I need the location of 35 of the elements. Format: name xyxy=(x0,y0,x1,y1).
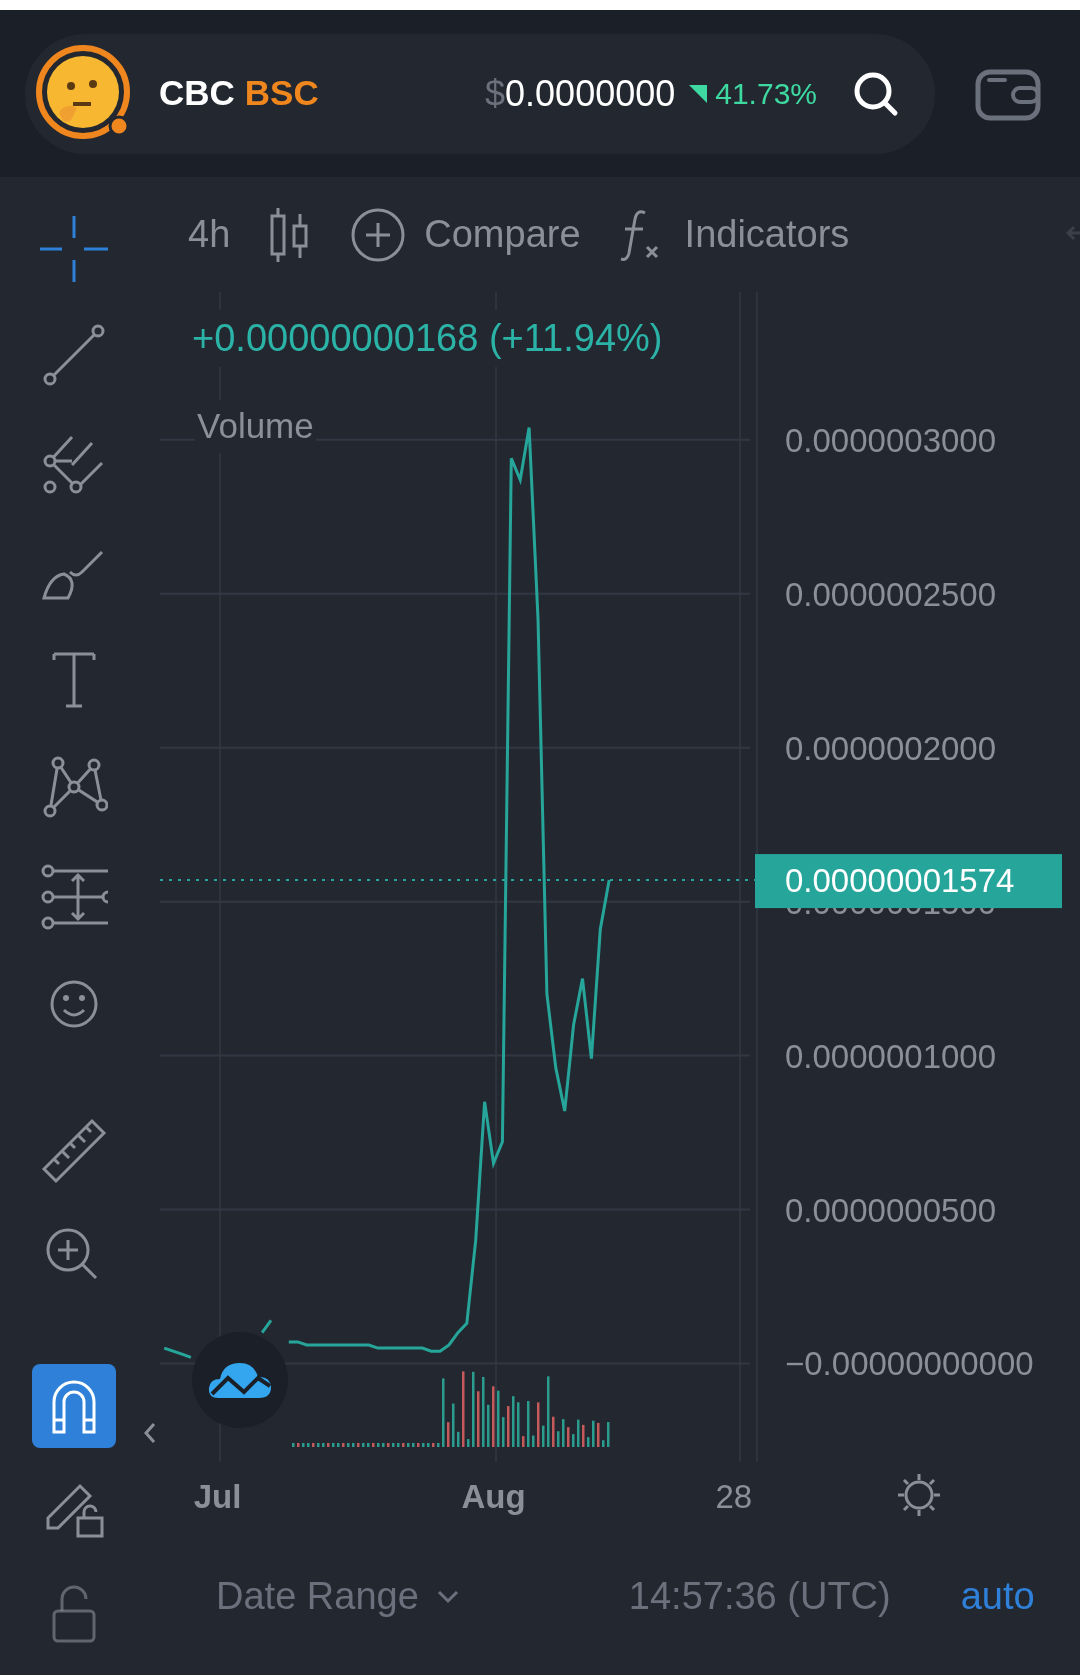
y-axis-label: 0.0000003000 xyxy=(785,421,997,459)
y-axis-label: 0.0000002500 xyxy=(785,575,997,613)
measure-icon xyxy=(40,863,108,931)
collapse-button[interactable] xyxy=(144,1422,156,1444)
indicators-button[interactable]: Indicators xyxy=(618,206,850,263)
token-symbol: CBC xyxy=(159,72,235,115)
interval-button[interactable]: 4h xyxy=(188,206,231,263)
compare-button[interactable]: Compare xyxy=(350,206,581,263)
price-change: 41.73% xyxy=(715,76,817,112)
token-price: 0.0000000 xyxy=(505,71,676,116)
network-label: BSC xyxy=(244,72,319,115)
cloud-chart-icon xyxy=(208,1360,272,1400)
last-price-tag: 0.00000001574 xyxy=(755,854,1062,909)
y-axis-label: 0.0000000500 xyxy=(785,1191,997,1229)
price-change-label: +0.00000000168 (+11.94%) xyxy=(192,310,663,367)
ruler-icon xyxy=(40,1117,108,1185)
currency-symbol: $ xyxy=(485,71,506,116)
chevron-down-icon xyxy=(436,1589,459,1604)
crosshair-icon xyxy=(40,216,108,284)
settings-button[interactable] xyxy=(896,1472,942,1518)
magnet-tool-button[interactable] xyxy=(32,1364,116,1448)
x-axis-label: Jul xyxy=(193,1478,242,1515)
auto-scale-button[interactable]: auto xyxy=(960,1568,1035,1625)
date-range-dropdown[interactable]: Date Range xyxy=(216,1568,459,1625)
x-axis-label: 28 xyxy=(715,1478,753,1515)
time-label: 14:57:36 (UTC) xyxy=(628,1574,891,1619)
x-axis-label: Aug xyxy=(461,1478,526,1515)
plus-circle-icon xyxy=(350,206,407,263)
search-button[interactable] xyxy=(853,70,899,117)
chevron-left-icon xyxy=(144,1422,156,1444)
volume-label: Volume xyxy=(195,400,316,453)
y-axis-label: 0.0000001000 xyxy=(785,1037,997,1075)
y-axis-label: 0.0000002000 xyxy=(785,729,997,767)
y-axis-label: −0.00000000000 xyxy=(785,1345,1034,1383)
down-triangle-icon xyxy=(689,84,708,103)
